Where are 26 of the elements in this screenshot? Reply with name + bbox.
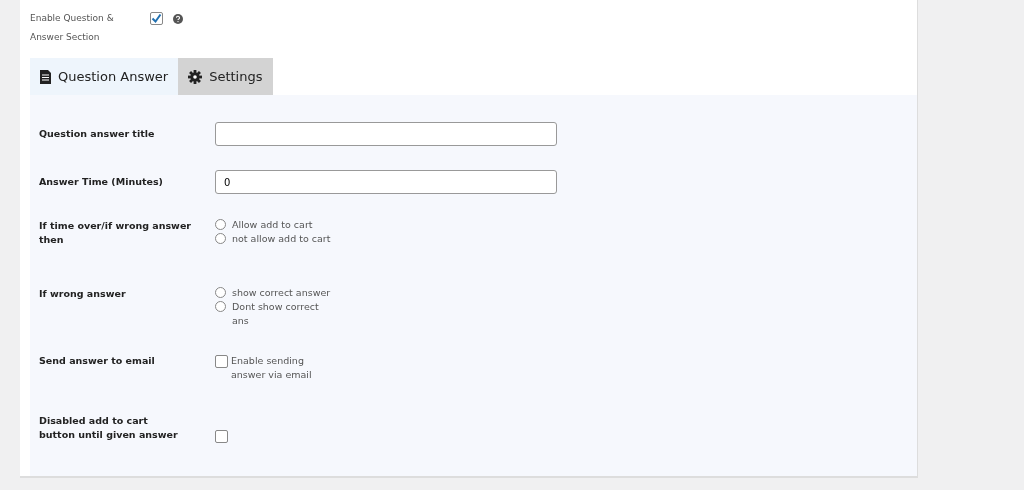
option-label: show correct answer xyxy=(232,286,332,300)
radio-button[interactable] xyxy=(215,301,226,312)
option-label: Enable sending answer via email xyxy=(231,354,313,382)
field-label: If time over/if wrong answer then xyxy=(39,219,193,247)
tab[interactable]: Question Answer xyxy=(30,58,179,95)
field-label: Disabled add to cart button until given answer xyxy=(39,414,179,442)
tab[interactable]: Settings xyxy=(178,58,273,95)
field-label: If wrong answer xyxy=(39,287,127,301)
text-field[interactable] xyxy=(215,122,557,146)
help-icon[interactable] xyxy=(173,14,183,24)
settings-icon xyxy=(188,69,203,84)
radio-button[interactable] xyxy=(215,287,226,298)
radio-button[interactable] xyxy=(215,219,226,230)
option-label: Allow add to cart xyxy=(232,218,314,232)
field-label: Send answer to email xyxy=(39,354,156,368)
option-label: not allow add to cart xyxy=(232,232,332,246)
option-label: Dont show correct ans xyxy=(232,300,320,328)
text-field[interactable]: 0 xyxy=(215,170,557,194)
document-icon xyxy=(40,69,51,84)
checkbox[interactable] xyxy=(215,430,228,443)
enable-label: Enable Question & Answer Section xyxy=(30,12,115,44)
radio-button[interactable] xyxy=(215,233,226,244)
field-label: Question answer title xyxy=(39,127,156,141)
checkbox[interactable] xyxy=(215,355,228,368)
field-label: Answer Time (Minutes) xyxy=(39,175,164,189)
enable-checkbox[interactable] xyxy=(150,12,163,25)
